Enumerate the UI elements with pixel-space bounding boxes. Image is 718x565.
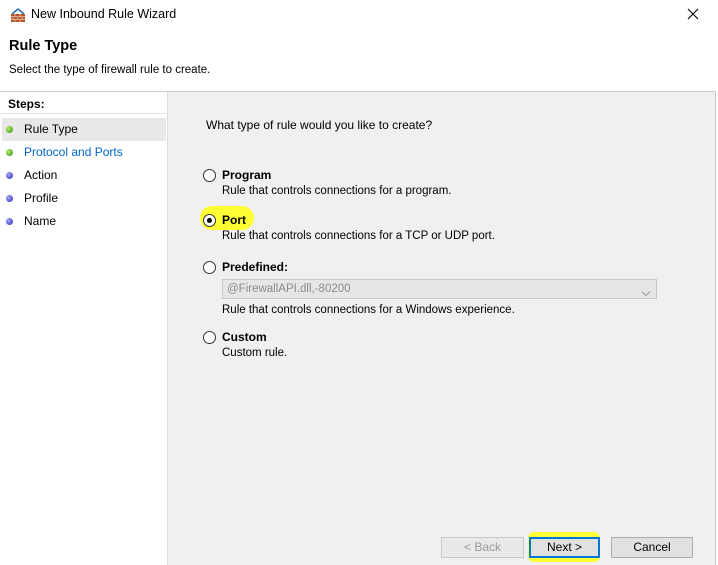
step-complete-bullet-icon xyxy=(6,149,13,156)
page-title: Rule Type xyxy=(9,38,78,54)
steps-heading: Steps: xyxy=(0,94,166,114)
option-label: Predefined: xyxy=(222,260,289,274)
step-protocol-and-ports[interactable]: Protocol and Ports xyxy=(0,141,166,164)
option-description: Rule that controls connections for a Win… xyxy=(222,304,515,316)
program-radio[interactable] xyxy=(203,169,216,182)
custom-radio[interactable] xyxy=(203,331,216,344)
close-button[interactable] xyxy=(670,0,716,30)
page-subtitle: Select the type of firewall rule to crea… xyxy=(9,64,211,76)
back-button[interactable]: < Back xyxy=(441,537,524,558)
step-pending-bullet-icon xyxy=(6,218,13,225)
option-description: Rule that controls connections for a pro… xyxy=(222,185,452,197)
predefined-select: @FirewallAPI.dll,-80200 xyxy=(222,279,657,299)
step-label: Profile xyxy=(24,191,59,205)
cancel-button[interactable]: Cancel xyxy=(611,537,693,558)
option-label: Program xyxy=(222,168,272,182)
option-label: Custom xyxy=(222,330,267,344)
predefined-select-value: @FirewallAPI.dll,-80200 xyxy=(227,283,351,295)
steps-list: Rule Type Protocol and Ports Action Prof… xyxy=(0,118,166,233)
option-label: Port xyxy=(222,213,246,227)
step-label: Name xyxy=(24,214,57,228)
window-title: New Inbound Rule Wizard xyxy=(31,7,177,21)
port-radio[interactable] xyxy=(203,214,216,227)
predefined-radio[interactable] xyxy=(203,261,216,274)
title-bar: New Inbound Rule Wizard xyxy=(0,0,716,30)
option-description: Custom rule. xyxy=(222,347,288,359)
rule-type-question: What type of rule would you like to crea… xyxy=(206,118,433,132)
step-complete-bullet-icon xyxy=(6,126,13,133)
option-description: Rule that controls connections for a TCP… xyxy=(222,230,495,242)
close-icon xyxy=(687,8,699,23)
step-label: Action xyxy=(24,168,58,182)
step-pending-bullet-icon xyxy=(6,172,13,179)
chevron-down-icon xyxy=(641,286,651,297)
steps-sidebar: Steps: Rule Type Protocol and Ports Acti… xyxy=(0,92,168,565)
step-action: Action xyxy=(0,164,166,187)
step-name: Name xyxy=(0,210,166,233)
wizard-window: New Inbound Rule Wizard Rule Type Select… xyxy=(0,0,716,565)
step-pending-bullet-icon xyxy=(6,195,13,202)
step-rule-type: Rule Type xyxy=(2,118,166,141)
main-content: What type of rule would you like to crea… xyxy=(169,92,716,565)
step-profile: Profile xyxy=(0,187,166,210)
wizard-header: Rule Type Select the type of firewall ru… xyxy=(0,30,716,92)
step-label[interactable]: Protocol and Ports xyxy=(24,145,123,159)
step-label: Rule Type xyxy=(24,122,78,136)
firewall-wall-icon xyxy=(9,6,27,24)
next-button[interactable]: Next > xyxy=(529,537,600,558)
